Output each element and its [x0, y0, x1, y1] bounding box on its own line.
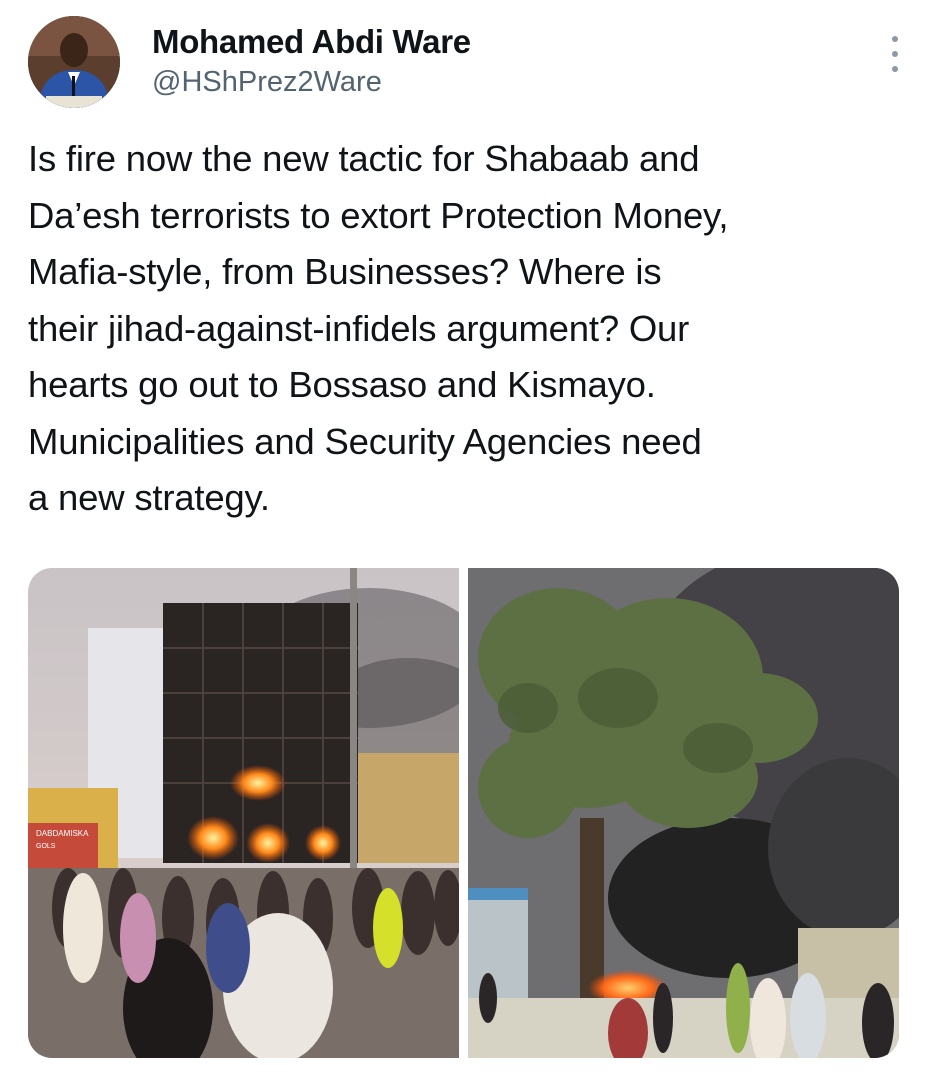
more-dot	[892, 36, 898, 42]
photo-smoke-tree[interactable]	[468, 568, 899, 1058]
tweet-header: Mohamed Abdi Ware @HShPrez2Ware	[28, 16, 908, 108]
burning-building-image: DABDAMISKA GOLS	[28, 568, 459, 1058]
shop-sign-sub: GOLS	[36, 843, 56, 850]
tweet-media[interactable]: DABDAMISKA GOLS	[28, 568, 899, 1058]
tweet-text: Is fire now the new tactic for Shabaab a…	[28, 138, 729, 518]
author-handle[interactable]: @HShPrez2Ware	[152, 64, 471, 100]
more-dot	[892, 51, 898, 57]
author-avatar[interactable]	[28, 16, 120, 108]
smoke-tree-image	[468, 568, 899, 1058]
more-dot	[892, 66, 898, 72]
shop-sign-text: DABDAMISKA	[36, 829, 89, 838]
profile-photo-icon	[28, 16, 120, 108]
author-display-name[interactable]: Mohamed Abdi Ware	[152, 22, 471, 62]
author-names: Mohamed Abdi Ware @HShPrez2Ware	[152, 22, 471, 100]
more-options-icon[interactable]	[888, 36, 902, 72]
photo-burning-building[interactable]: DABDAMISKA GOLS	[28, 568, 459, 1058]
